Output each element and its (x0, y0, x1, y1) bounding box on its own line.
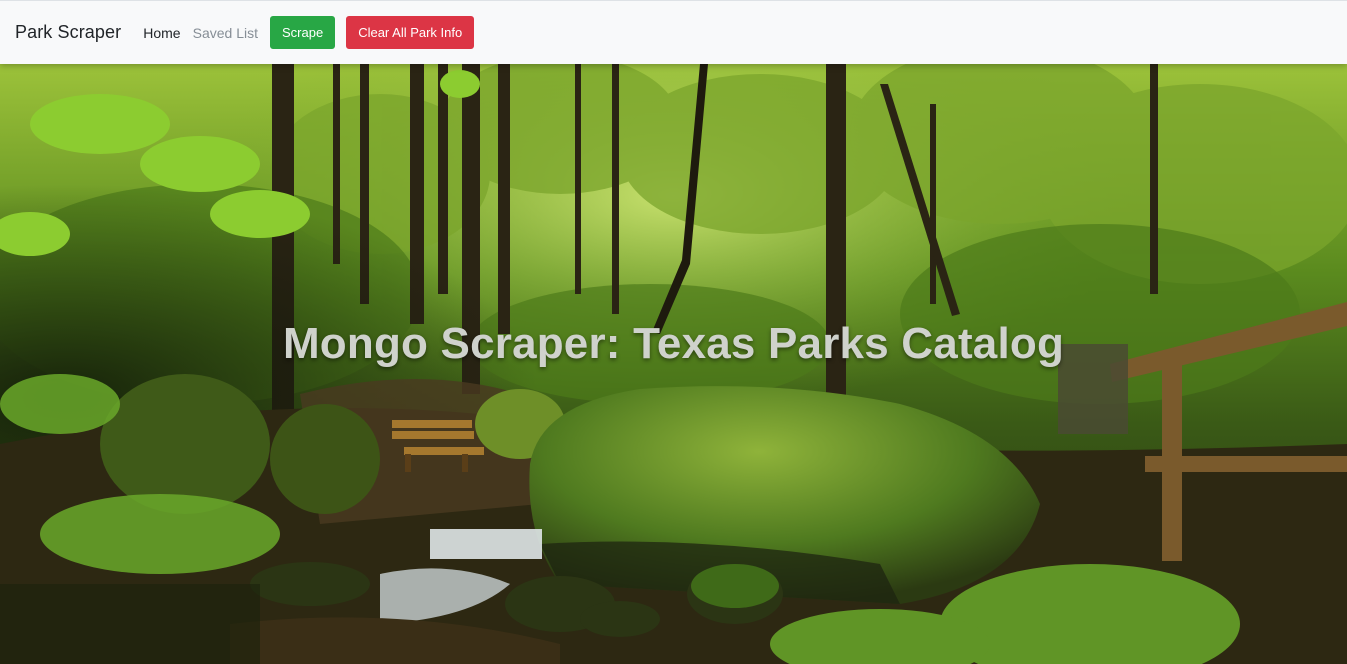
clear-all-park-info-button[interactable]: Clear All Park Info (346, 16, 475, 49)
brand-link[interactable]: Park Scraper (15, 22, 121, 43)
navbar: Park Scraper Home Saved List Scrape Clea… (0, 0, 1347, 64)
hero-banner: Mongo Scraper: Texas Parks Catalog (0, 64, 1347, 664)
nav-link-saved-list[interactable]: Saved List (193, 25, 258, 41)
nav-link-home[interactable]: Home (143, 25, 180, 41)
scrape-button[interactable]: Scrape (269, 16, 336, 49)
hero-title: Mongo Scraper: Texas Parks Catalog (282, 319, 1065, 368)
